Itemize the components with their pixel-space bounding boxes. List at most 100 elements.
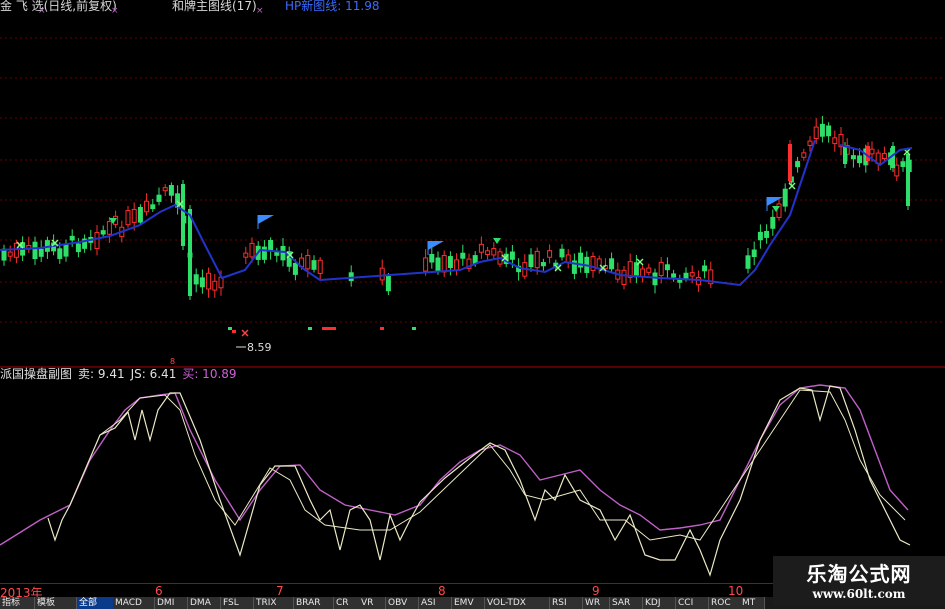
candle — [578, 246, 584, 273]
candle — [671, 269, 677, 282]
candle — [1, 244, 7, 266]
mini-bar — [330, 327, 334, 330]
candle — [243, 246, 249, 265]
date-label-9: 9 — [592, 584, 600, 598]
date-label-10: 10 — [728, 584, 744, 598]
tab-all[interactable]: 全部 — [77, 597, 115, 609]
candle — [782, 183, 788, 212]
oscillator-fast-line — [47, 385, 911, 577]
candle — [571, 253, 577, 280]
date-label-7: 7 — [276, 584, 284, 598]
tab-macd[interactable]: MACD — [113, 597, 155, 609]
candle — [664, 257, 670, 278]
candle — [547, 244, 553, 264]
tab-template[interactable]: 模板 — [35, 597, 77, 609]
candle — [708, 261, 714, 289]
candle — [144, 193, 150, 216]
buy-flag-icon — [428, 241, 444, 250]
mark-3: × — [256, 6, 264, 16]
signal-markers — [16, 148, 911, 337]
candle — [491, 242, 497, 260]
candle — [75, 238, 81, 258]
candle — [466, 253, 472, 272]
tab-dma[interactable]: DMA — [188, 597, 221, 609]
tab-rsi[interactable]: RSI — [550, 597, 583, 609]
buy-value: 买: 10.89 — [182, 367, 237, 381]
candle — [162, 184, 168, 197]
candle — [26, 236, 32, 253]
tab-brar[interactable]: BRAR — [294, 597, 334, 609]
tab-cci[interactable]: CCI — [676, 597, 709, 609]
mini-bar — [228, 327, 232, 330]
watermark-site-name: 乐淘公式网 — [806, 562, 912, 586]
candle — [819, 115, 825, 143]
indicator-readout: 派国操盘副图 卖: 9.41 JS: 6.41 买: 10.89 — [0, 365, 243, 383]
candle — [150, 198, 156, 212]
tab-obv[interactable]: OBV — [386, 597, 419, 609]
tab-mt[interactable]: MT — [740, 597, 765, 609]
candle — [311, 255, 317, 273]
candle — [801, 148, 807, 161]
tab-kdj[interactable]: KDJ — [643, 597, 676, 609]
tab-trix[interactable]: TRIX — [254, 597, 294, 609]
candle — [274, 247, 280, 263]
candle — [32, 236, 38, 265]
candle — [268, 237, 274, 260]
tab-cr[interactable]: CR — [334, 597, 361, 609]
candle — [695, 270, 701, 292]
candle — [627, 253, 633, 283]
candle — [621, 265, 627, 290]
candle — [652, 268, 658, 294]
candle — [317, 257, 323, 280]
title-bar: 金 飞 选(日线,前复权) 和牌主图线(17) HP新图线: 11.98 × ×… — [0, 0, 945, 16]
chart-title: 金 飞 选(日线,前复权) — [0, 0, 117, 13]
candle — [764, 224, 770, 244]
candle — [751, 241, 757, 266]
candle — [540, 258, 546, 271]
tab-vol-tdx[interactable]: VOL-TDX — [485, 597, 550, 609]
candle — [559, 244, 565, 261]
site-watermark: 乐淘公式网 www.60lt.com — [773, 556, 945, 606]
cross-marker-icon — [788, 182, 796, 190]
candle — [565, 249, 571, 269]
tab-roc[interactable]: ROC — [709, 597, 742, 609]
candle — [609, 252, 615, 272]
candle — [212, 274, 218, 298]
stock-chart[interactable]: 8.59 8 — [0, 0, 945, 583]
js-value: JS: 6.41 — [130, 367, 177, 381]
candle — [757, 224, 763, 249]
candle — [379, 259, 385, 286]
candle — [348, 265, 354, 287]
tab-asi[interactable]: ASI — [419, 597, 452, 609]
candle — [94, 225, 100, 256]
tab-vr[interactable]: VR — [359, 597, 386, 609]
candle — [7, 245, 13, 262]
mini-bar — [232, 330, 236, 333]
tab-wr[interactable]: WR — [583, 597, 610, 609]
candle — [881, 146, 887, 162]
candle — [522, 254, 528, 280]
candle — [137, 204, 143, 226]
main-indicator-name: 和牌主图线(17) — [172, 0, 257, 13]
indicator-name: 派国操盘副图 — [0, 367, 73, 381]
candle — [429, 245, 435, 269]
tab-sar[interactable]: SAR — [610, 597, 643, 609]
date-label-6: 6 — [155, 584, 163, 598]
candle — [875, 149, 881, 171]
tab-dmi[interactable]: DMI — [155, 597, 188, 609]
candle — [528, 248, 534, 272]
candle — [658, 256, 664, 284]
candle — [788, 140, 792, 185]
tab-indicator[interactable]: 指标 — [0, 597, 35, 609]
cross-marker-icon — [241, 329, 249, 337]
tab-emv[interactable]: EMV — [452, 597, 485, 609]
candle — [460, 244, 466, 266]
mini-bar — [308, 327, 312, 330]
low-annotation: 8.59 8 — [170, 341, 272, 366]
oscillator-slow-line — [0, 384, 909, 546]
tab-fsl[interactable]: FSL — [221, 597, 254, 609]
candle — [826, 122, 832, 143]
mark-1: × — [38, 6, 46, 16]
candle — [261, 240, 267, 264]
candle — [516, 258, 522, 281]
